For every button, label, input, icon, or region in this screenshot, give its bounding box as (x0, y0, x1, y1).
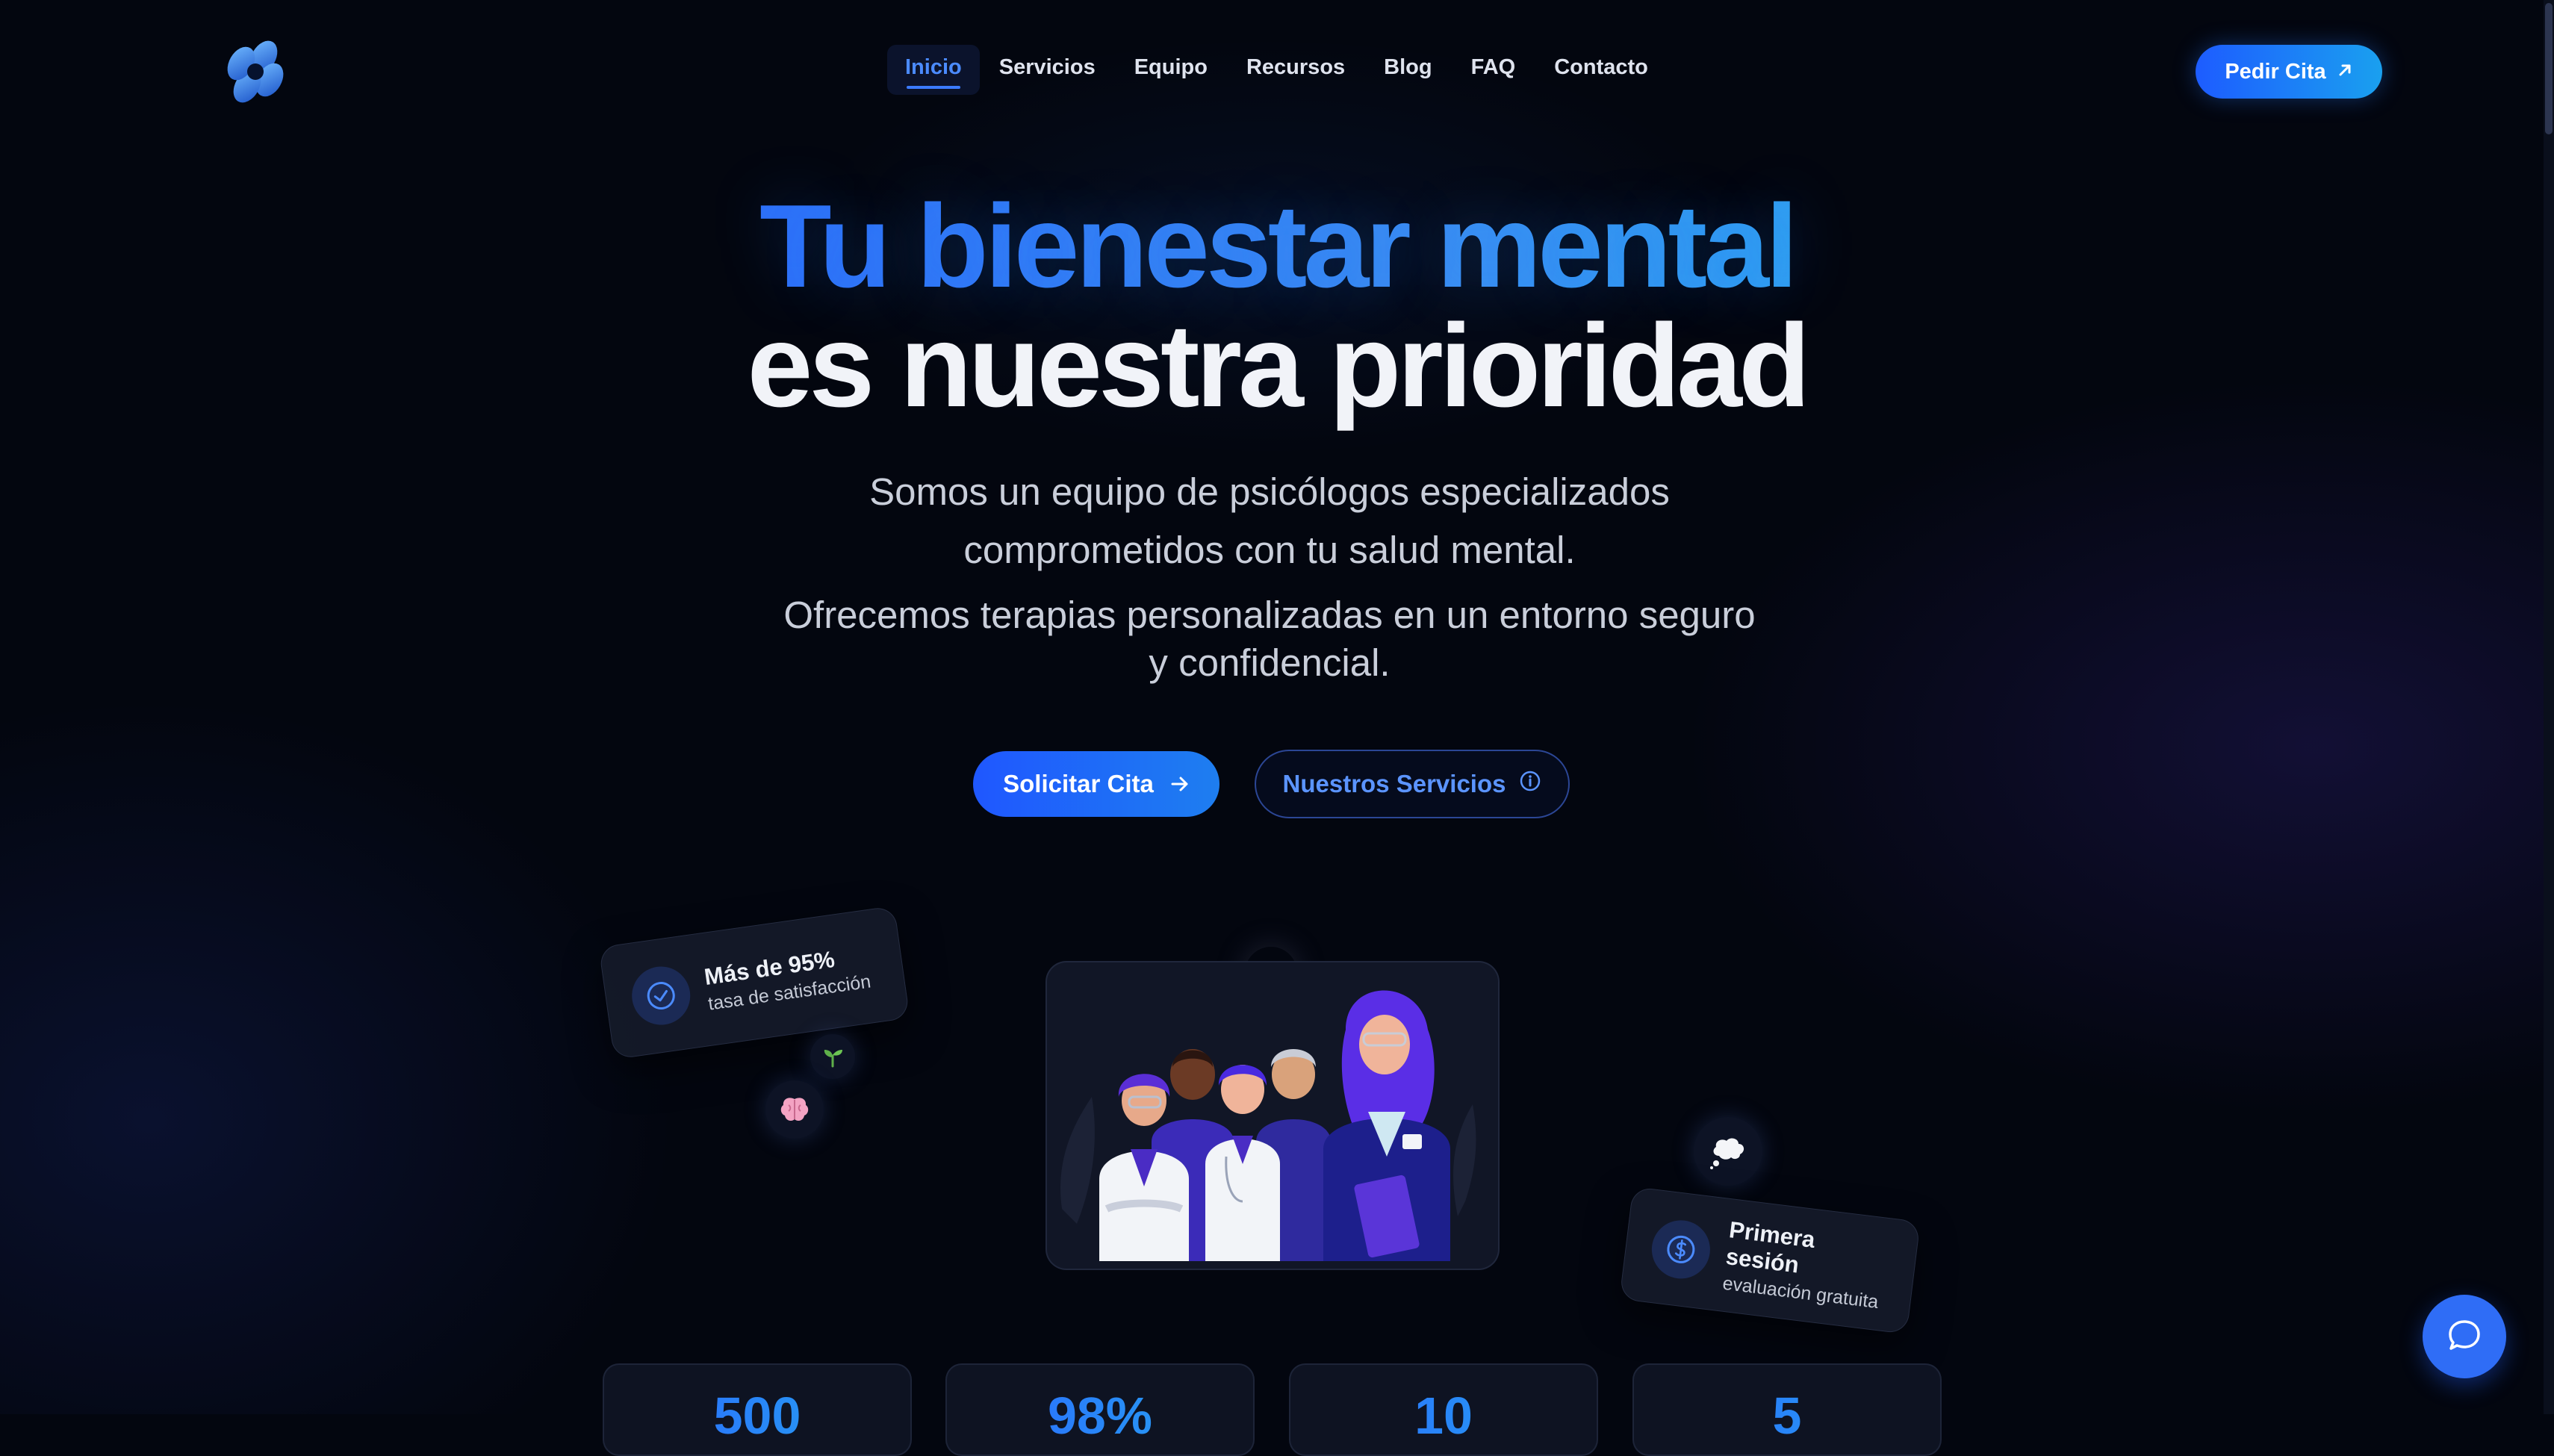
dollar-circle-icon (1648, 1216, 1714, 1282)
nav-item-faq[interactable]: FAQ (1452, 45, 1535, 95)
stat-card: 98% (945, 1363, 1255, 1456)
nav-item-blog[interactable]: Blog (1364, 45, 1451, 95)
team-illustration (1045, 961, 1500, 1270)
nav-item-contacto[interactable]: Contacto (1535, 45, 1668, 95)
chat-button[interactable] (2423, 1295, 2506, 1378)
check-circle-icon (628, 962, 695, 1029)
satisfaction-card: Más de 95% tasa de satisfacción (598, 905, 910, 1060)
hero-title-line2: es nuestra prioridad (747, 300, 1811, 432)
hero-subtitle-2: Ofrecemos terapias personalizadas en un … (783, 594, 1756, 684)
nuestros-servicios-button[interactable]: Nuestros Servicios (1255, 750, 1570, 818)
stat-card: 5 (1632, 1363, 1942, 1456)
nuestros-servicios-label: Nuestros Servicios (1282, 770, 1506, 797)
flower-logo-icon[interactable] (218, 34, 293, 109)
solicitar-cita-label: Solicitar Cita (1003, 770, 1154, 797)
nav-item-servicios[interactable]: Servicios (980, 45, 1115, 95)
scrollbar[interactable] (2544, 0, 2554, 1414)
stat-value: 10 (1290, 1386, 1597, 1446)
arrow-up-right-icon (2337, 60, 2353, 84)
nav-item-equipo[interactable]: Equipo (1115, 45, 1227, 95)
chat-bubble-icon (2446, 1316, 2483, 1357)
first-session-card: Primera sesión evaluación gratuita (1619, 1186, 1921, 1335)
brain-icon (765, 1080, 824, 1139)
nav-item-recursos[interactable]: Recursos (1227, 45, 1364, 95)
thought-cloud-icon (1694, 1117, 1762, 1186)
arrow-right-icon (1170, 770, 1190, 798)
solicitar-cita-button[interactable]: Solicitar Cita (973, 751, 1219, 817)
hero-subtitle-1: Somos un equipo de psicólogos especializ… (869, 470, 1670, 571)
stat-card: 500 (603, 1363, 912, 1456)
info-icon (1519, 770, 1541, 798)
nav-item-inicio[interactable]: Inicio (887, 45, 980, 95)
pedir-cita-button[interactable]: Pedir Cita (2196, 45, 2382, 99)
scrollbar-thumb[interactable] (2545, 3, 2553, 134)
pedir-cita-label: Pedir Cita (2225, 59, 2326, 84)
main-nav: Inicio Servicios Equipo Recursos Blog FA… (887, 45, 1668, 95)
stat-value: 98% (947, 1386, 1253, 1446)
sprout-icon (810, 1034, 855, 1079)
stat-value: 500 (604, 1386, 910, 1446)
stat-card: 10 (1289, 1363, 1598, 1456)
stat-value: 5 (1634, 1386, 1940, 1446)
